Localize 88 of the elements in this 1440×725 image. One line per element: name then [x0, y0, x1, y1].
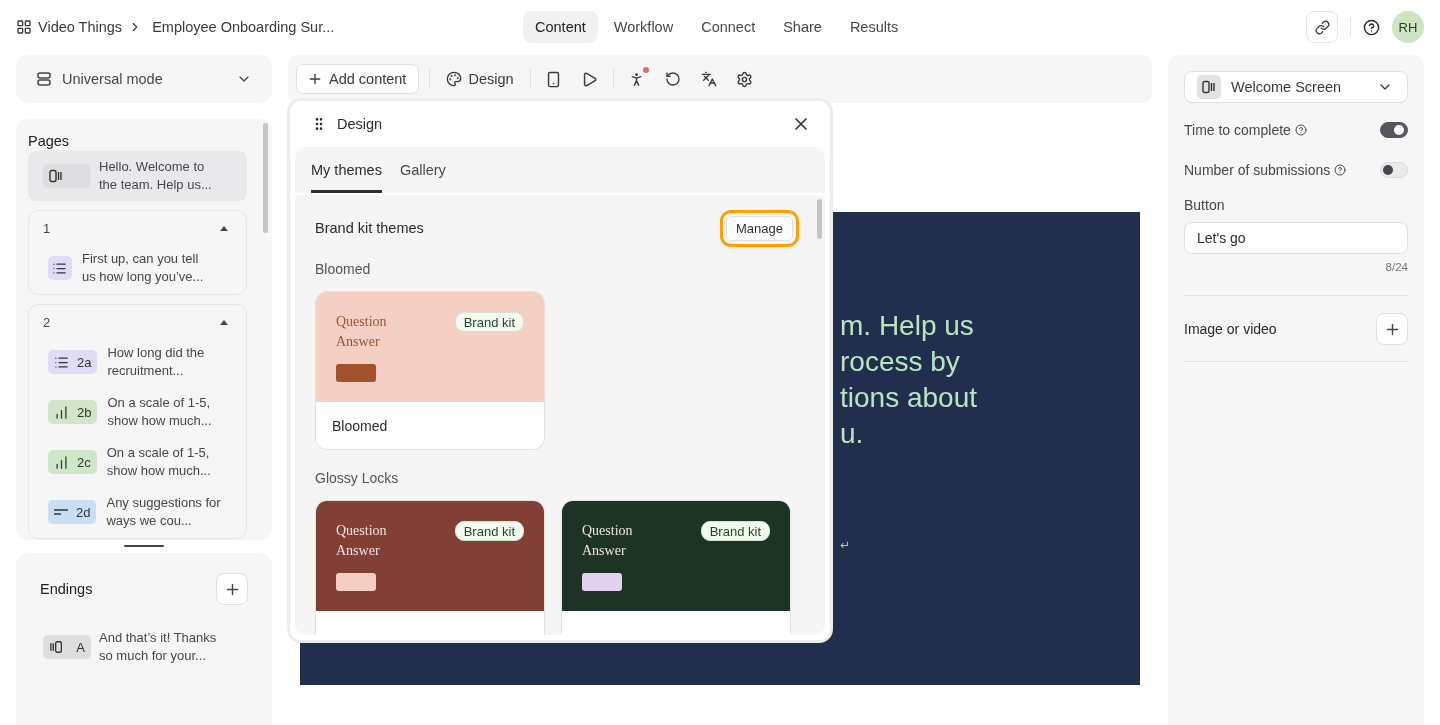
nav-tab[interactable]: Share: [771, 11, 834, 43]
sample-answer: Answer: [336, 333, 381, 351]
theme-group-name: Glossy Locks: [315, 470, 400, 486]
resize-handle[interactable]: [124, 545, 164, 547]
button-text-field[interactable]: Let's go: [1184, 222, 1408, 254]
screen-icon: [1202, 80, 1216, 94]
survey-title: Employee Onboarding Sur...: [152, 19, 335, 35]
theme-group-name: Bloomed: [315, 261, 372, 277]
brand-kit-badge: Brand kit: [454, 312, 524, 332]
link-icon: [1314, 19, 1330, 35]
link-button[interactable]: [1306, 11, 1338, 43]
nav-tab[interactable]: Results: [837, 11, 911, 43]
sample-question: Question: [336, 313, 387, 331]
question-text: On a scale of 1-5, show how much...: [106, 444, 212, 480]
theme-card[interactable]: Question Answer Brand kit: [561, 500, 791, 635]
question-text: First up, can you tell us how long you’ve...: [82, 250, 205, 286]
preview-text-line: m. Help us: [840, 309, 975, 343]
add-content-button[interactable]: Add content: [296, 64, 420, 94]
stack-icon: [36, 71, 52, 87]
brand-kit-badge: Brand kit: [454, 521, 524, 541]
nav-tab[interactable]: Connect: [689, 11, 768, 43]
scrollbar[interactable]: [263, 123, 268, 233]
collapse-caret-icon[interactable]: [220, 320, 228, 325]
help-icon[interactable]: [1363, 18, 1380, 36]
brand-kit-badge: Brand kit: [700, 521, 770, 541]
ending-type-chip: A: [43, 635, 91, 659]
question-text: How long did the recruitment...: [107, 344, 206, 380]
question-text: On a scale of 1-5, show how much...: [107, 394, 213, 430]
theme-card[interactable]: Question Answer Brand kit: [315, 500, 545, 635]
question-type-chip: 2c: [48, 450, 97, 474]
screen-type-select[interactable]: Welcome Screen: [1184, 71, 1408, 103]
design-button[interactable]: Design: [440, 71, 520, 87]
list-icon: [52, 260, 67, 276]
workspace-link[interactable]: Video Things: [38, 19, 123, 35]
question-item[interactable]: First up, can you tell us how long you’ve...: [48, 250, 232, 286]
question-type-chip: 2d: [48, 500, 97, 524]
question-item[interactable]: 2a How long did the recruitment...: [48, 344, 232, 380]
nav-tab[interactable]: Content: [523, 11, 598, 43]
dialog-title: Design: [337, 116, 383, 132]
bar-chart-icon: [54, 404, 69, 420]
mode-selector[interactable]: Universal mode: [16, 55, 272, 103]
toggle-label: Time to complete: [1184, 122, 1291, 138]
scrollbar[interactable]: [817, 199, 822, 239]
question-item[interactable]: 2c On a scale of 1-5, show how much...: [48, 444, 232, 480]
welcome-page-item[interactable]: Hello. Welcome to the team. Help us...: [28, 151, 247, 201]
preview-text-line: tions about: [840, 381, 978, 415]
preview-text-line: rocess by: [840, 345, 961, 379]
grid-icon[interactable]: [16, 19, 32, 35]
character-counter: 8/24: [1384, 261, 1408, 273]
page-text: Hello. Welcome to the team. Help us...: [99, 158, 213, 194]
group-number: 1: [43, 221, 51, 236]
section-title: Brand kit themes: [315, 220, 424, 236]
question-item[interactable]: 2b On a scale of 1-5, show how much...: [48, 394, 232, 430]
text-lines-icon: [54, 509, 68, 515]
nav-tab[interactable]: Workflow: [601, 11, 686, 43]
bar-chart-icon: [54, 454, 69, 470]
preview-text-line: u.: [840, 417, 865, 451]
question-item[interactable]: 2d Any suggestions for ways we cou...: [48, 494, 232, 530]
add-media-button[interactable]: [1376, 313, 1408, 345]
add-ending-button[interactable]: [216, 573, 248, 605]
enter-hint: ↵: [840, 538, 852, 552]
sample-question: Question: [582, 522, 633, 540]
theme-name: Bloomed: [331, 416, 389, 436]
list-icon: [54, 354, 69, 370]
palette-icon: [446, 71, 463, 87]
toggle-switch[interactable]: [1380, 122, 1408, 138]
user-avatar[interactable]: RH: [1392, 11, 1424, 43]
pages-title: Pages: [28, 133, 71, 149]
sample-question: Question: [336, 522, 387, 540]
ending-text: And that’s it! Thanks so much for your...: [99, 629, 218, 665]
screen-icon: [49, 169, 63, 183]
theme-card[interactable]: Question Answer Brand kit Bloomed: [315, 291, 545, 450]
sample-answer: Answer: [582, 542, 627, 560]
plus-icon: [307, 71, 323, 87]
question-type-chip: 2b: [48, 400, 98, 424]
screen-icon: [49, 640, 63, 654]
group-number: 2: [43, 315, 51, 330]
question-type-chip: 2a: [48, 350, 98, 374]
media-label: Image or video: [1184, 321, 1277, 337]
field-label: Button: [1184, 197, 1226, 213]
toggle-label: Number of submissions: [1184, 162, 1331, 178]
theme-tab[interactable]: Gallery: [399, 147, 446, 193]
theme-tab[interactable]: My themes: [311, 147, 382, 193]
endings-title: Endings: [40, 581, 93, 597]
collapse-caret-icon[interactable]: [220, 226, 228, 231]
sample-answer: Answer: [336, 542, 381, 560]
ending-item[interactable]: A And that’s it! Thanks so much for your...: [43, 629, 248, 665]
question-text: Any suggestions for ways we cou...: [106, 494, 222, 530]
